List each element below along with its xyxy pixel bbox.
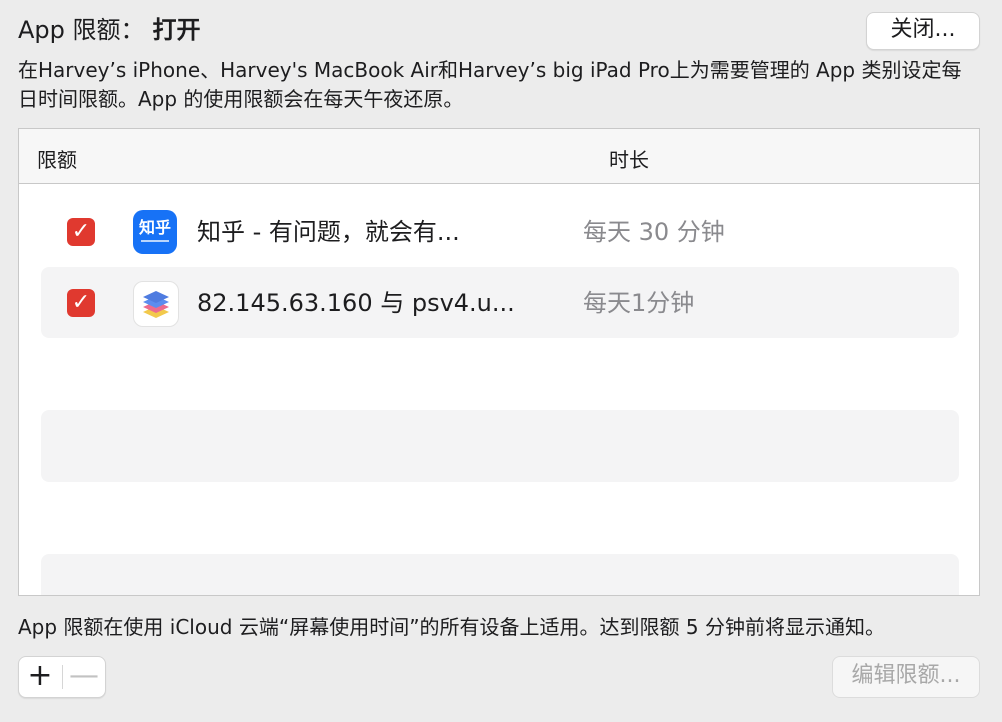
checkbox-checked[interactable]: ✓ (67, 218, 95, 246)
header-row: App 限额： 打开 关闭... (18, 12, 980, 52)
zhihu-app-icon: 知乎 (133, 210, 177, 254)
description-text: 在Harvey’s iPhone、Harvey's MacBook Air和Ha… (18, 58, 962, 111)
column-header-duration[interactable]: 时长 (609, 144, 649, 173)
app-name: 82.145.63.160 与 psv4.u... (197, 289, 515, 317)
checkbox-checked[interactable]: ✓ (67, 289, 95, 317)
edit-limits-button[interactable]: 编辑限额... (832, 656, 980, 698)
close-button[interactable]: 关闭... (866, 12, 980, 50)
limit-duration: 每天 30 分钟 (583, 218, 725, 246)
table-row[interactable]: ✓ 知乎 知乎 - 有问题，就会有... 每天 30 分钟 (41, 196, 959, 267)
empty-row (41, 410, 959, 482)
table-row[interactable]: ✓ 82.145.63.160 与 psv4.u... 每天1分钟 (41, 267, 959, 338)
status-label: App 限额： (18, 16, 145, 44)
app-limits-status: App 限额： 打开 (18, 14, 201, 46)
status-value: 打开 (152, 16, 201, 44)
add-button[interactable]: + (19, 657, 61, 697)
app-name: 知乎 - 有问题，就会有... (197, 218, 460, 246)
table-header: 限额 时长 (19, 129, 979, 184)
footnote-text: App 限额在使用 iCloud 云端“屏幕使用时间”的所有设备上适用。达到限额… (18, 615, 885, 639)
stacked-layers-app-icon (133, 281, 179, 327)
add-remove-control: + — (18, 656, 106, 698)
zhihu-icon-text: 知乎 (138, 218, 171, 237)
limit-duration: 每天1分钟 (583, 289, 695, 317)
empty-row (41, 554, 959, 595)
stacked-layers-icon (143, 291, 169, 318)
column-header-limit[interactable]: 限额 (37, 144, 77, 173)
remove-button[interactable]: — (63, 657, 105, 697)
limits-table: 限额 时长 ✓ 知乎 知乎 - 有问题，就会有... 每天 30 分钟 ✓ 82… (18, 128, 980, 596)
